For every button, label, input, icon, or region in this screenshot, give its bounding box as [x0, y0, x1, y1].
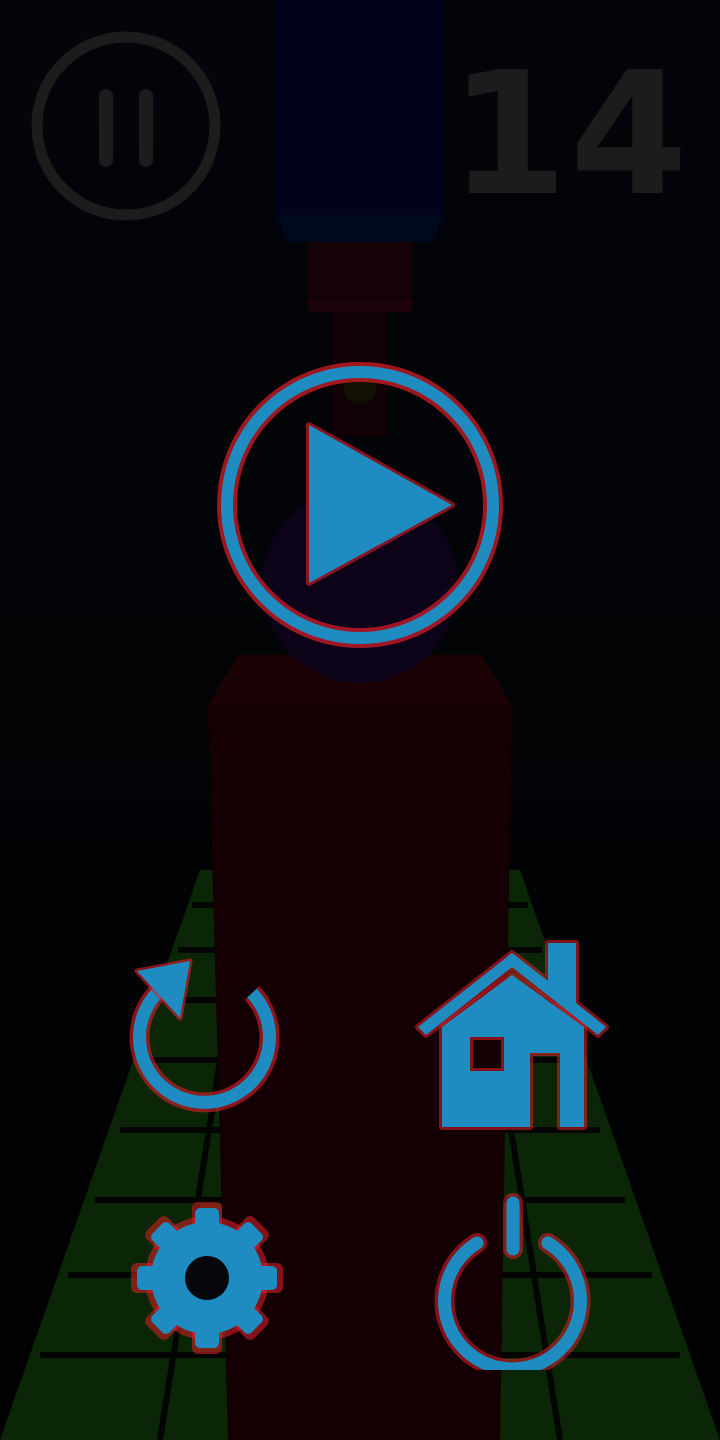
power-icon: [434, 1193, 591, 1379]
home-button[interactable]: [410, 935, 615, 1135]
pause-icon: [31, 31, 221, 221]
play-icon: [217, 362, 503, 648]
score-counter: 14: [449, 36, 690, 234]
settings-button[interactable]: [120, 1200, 295, 1360]
quit-power-button[interactable]: [420, 1185, 605, 1379]
gear-icon: [131, 1202, 283, 1354]
restart-button[interactable]: [120, 945, 295, 1120]
restart-icon: [129, 958, 280, 1113]
home-icon: [415, 940, 609, 1130]
play-button[interactable]: [210, 355, 510, 655]
pause-button[interactable]: [28, 28, 224, 224]
